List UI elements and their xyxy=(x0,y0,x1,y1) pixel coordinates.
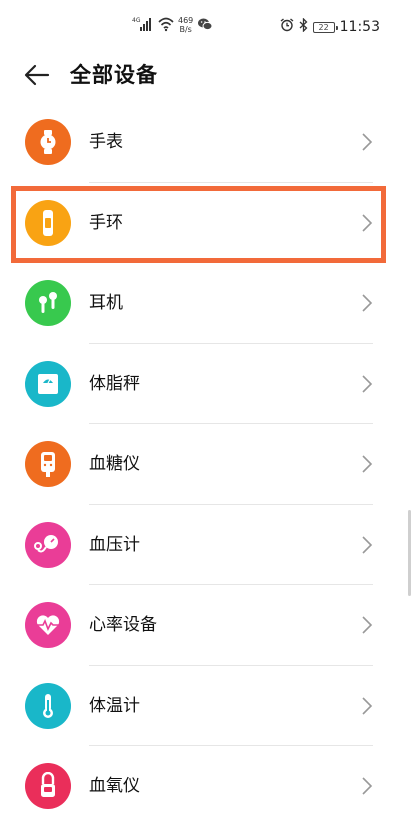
highlight-box xyxy=(11,185,386,263)
device-item-heart-rate-device[interactable]: 心率设备 xyxy=(0,585,413,666)
device-item-thermometer[interactable]: 体温计 xyxy=(0,666,413,746)
glucose-meter-icon xyxy=(25,441,71,487)
net-speed-value: 469 xyxy=(178,16,194,25)
chevron-right-icon xyxy=(362,777,373,795)
oximeter-icon xyxy=(25,763,71,809)
network-type-label: 4G xyxy=(132,17,141,24)
earphones-icon xyxy=(25,280,71,326)
device-item-watch[interactable]: 手表 xyxy=(0,102,413,183)
chevron-right-icon xyxy=(362,535,373,554)
device-label: 血糖仪 xyxy=(89,454,140,474)
net-speed-unit: B/s xyxy=(179,25,192,34)
device-item-earphones[interactable]: 耳机 xyxy=(0,263,413,344)
chevron-right-icon xyxy=(362,696,373,715)
scale-icon xyxy=(25,360,71,407)
net-speed: 469 B/s xyxy=(178,16,193,34)
blood-pressure-icon xyxy=(25,521,71,568)
device-label: 体脂秤 xyxy=(89,373,140,394)
status-right: 22 11:53 xyxy=(280,17,380,36)
cellular-signal-icon: 4G xyxy=(132,16,154,36)
chevron-right-icon xyxy=(362,133,373,151)
device-list: 手表 手环 耳机 体脂秤 血糖仪 血压计 心率设备 体温计 血氧仪 xyxy=(0,102,413,826)
wifi-icon xyxy=(158,16,174,36)
device-item-band[interactable]: 手环 xyxy=(0,183,413,264)
status-bar: 4G 469 B/s 22 11:53 xyxy=(0,0,413,56)
device-label: 耳机 xyxy=(89,293,123,313)
battery-icon: 22 xyxy=(312,21,338,33)
bluetooth-icon xyxy=(299,17,308,36)
status-left: 4G 469 B/s xyxy=(132,16,213,38)
chevron-right-icon xyxy=(362,455,373,473)
device-label: 体温计 xyxy=(89,695,140,716)
chevron-right-icon xyxy=(362,294,373,312)
device-label: 心率设备 xyxy=(89,615,157,635)
device-item-glucose-meter[interactable]: 血糖仪 xyxy=(0,424,413,505)
back-arrow-icon xyxy=(24,64,50,86)
chevron-right-icon xyxy=(362,616,373,634)
clock: 11:53 xyxy=(339,19,380,35)
device-item-body-fat-scale[interactable]: 体脂秤 xyxy=(0,344,413,424)
device-label: 手表 xyxy=(89,132,123,152)
device-item-oximeter[interactable]: 血氧仪 xyxy=(0,746,413,826)
alarm-icon xyxy=(280,18,294,36)
scrollbar[interactable] xyxy=(408,510,411,596)
thermometer-icon xyxy=(25,682,71,729)
watch-icon xyxy=(25,119,71,165)
device-label: 血氧仪 xyxy=(89,776,140,796)
wechat-icon xyxy=(197,16,213,36)
page-title: 全部设备 xyxy=(70,63,158,87)
page-header: 全部设备 xyxy=(0,56,413,96)
chevron-right-icon xyxy=(362,374,373,393)
device-item-blood-pressure-monitor[interactable]: 血压计 xyxy=(0,505,413,585)
device-label: 血压计 xyxy=(89,534,140,555)
heart-rate-icon xyxy=(25,602,71,648)
back-button[interactable] xyxy=(22,60,52,90)
